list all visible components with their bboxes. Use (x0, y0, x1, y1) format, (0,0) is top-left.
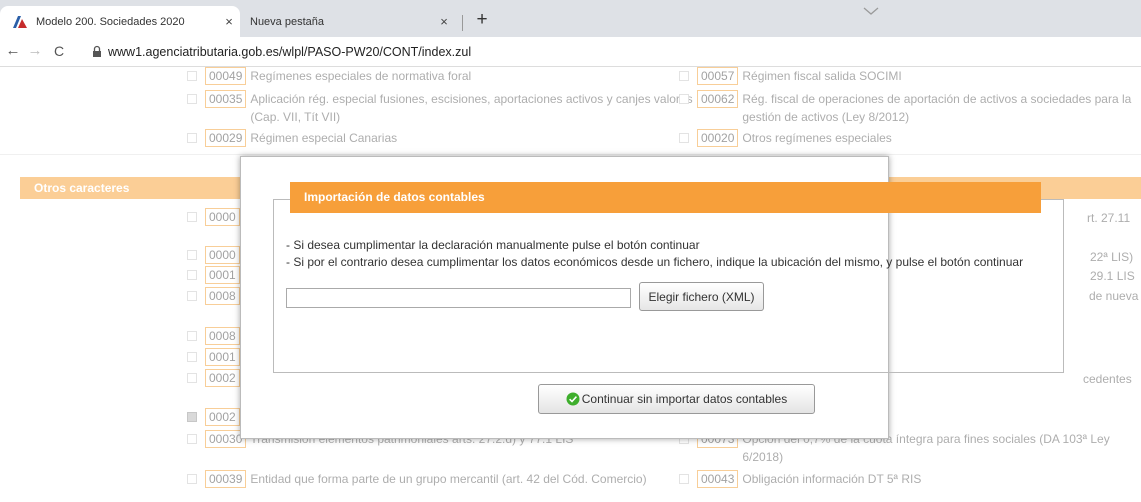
close-tab-icon[interactable]: × (433, 14, 455, 29)
lock-icon (93, 45, 101, 57)
url-text[interactable]: www1.agenciatributaria.gob.es/wlpl/PASO-… (108, 45, 471, 59)
forward-button[interactable]: → (24, 40, 46, 62)
continue-without-import-button[interactable]: Continuar sin importar datos contables (538, 384, 815, 414)
address-bar: ← → C www1.agenciatributaria.gob.es/wlpl… (0, 37, 1141, 67)
close-tab-icon[interactable]: × (218, 14, 240, 29)
agencia-tributaria-favicon-icon (13, 15, 27, 28)
tab-nueva-pestana[interactable]: Nueva pestaña × (240, 6, 455, 37)
continue-label: Continuar sin importar datos contables (581, 392, 788, 406)
reload-button[interactable]: C (48, 40, 70, 62)
check-circle-icon (566, 392, 580, 406)
back-button[interactable]: ← (2, 40, 24, 62)
import-dialog: Importación de datos contables - Si dese… (240, 156, 1064, 439)
tab-search-chevron-icon[interactable] (858, 4, 884, 18)
dialog-title: Importación de datos contables (290, 182, 1041, 213)
browser-tab-bar: Modelo 200. Sociedades 2020 × Nueva pest… (0, 0, 1141, 37)
instruction-file: - Si por el contrario desea cumplimentar… (286, 255, 1024, 269)
choose-file-button[interactable]: Elegir fichero (XML) (639, 282, 764, 311)
tab-title: Modelo 200. Sociedades 2020 (36, 15, 185, 28)
new-tab-button[interactable]: + (470, 9, 494, 33)
tab-title: Nueva pestaña (250, 15, 324, 28)
file-path-input[interactable] (286, 288, 631, 308)
instruction-manual: - Si desea cumplimentar la declaración m… (286, 238, 700, 252)
tab-divider (462, 15, 463, 31)
tab-modelo-200[interactable]: Modelo 200. Sociedades 2020 × (0, 6, 240, 37)
